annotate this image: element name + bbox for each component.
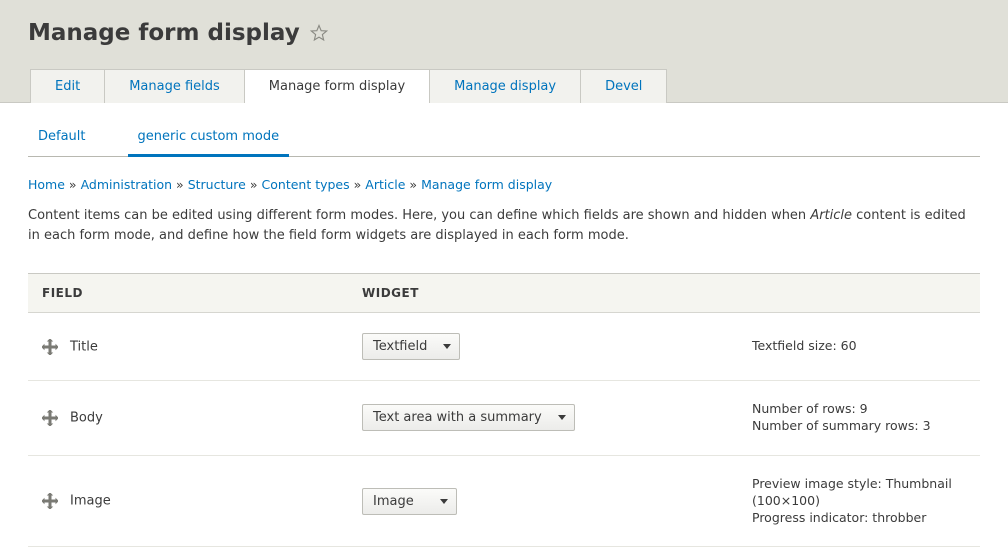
field-label: Title	[70, 339, 98, 354]
tab-edit[interactable]: Edit	[30, 69, 105, 103]
breadcrumb-separator: »	[172, 177, 188, 192]
drag-handle-icon[interactable]	[42, 493, 58, 509]
widget-select[interactable]: Image	[362, 488, 457, 515]
page-title: Manage form display	[28, 20, 980, 46]
widget-select-value: Text area with a summary	[373, 410, 542, 425]
widget-select-value: Image	[373, 494, 414, 509]
field-label: Body	[70, 410, 103, 425]
sub-tab-default[interactable]: Default	[28, 121, 96, 156]
chevron-down-icon	[558, 415, 566, 420]
tab-manage-form-display[interactable]: Manage form display	[244, 69, 430, 103]
page-title-text: Manage form display	[28, 20, 300, 46]
drag-handle-icon[interactable]	[42, 410, 58, 426]
table-row: Body Text area with a summary Number of ro…	[28, 381, 980, 456]
star-icon[interactable]	[310, 24, 328, 42]
breadcrumb-link[interactable]: Administration	[81, 177, 172, 192]
widget-select[interactable]: Textfield	[362, 333, 460, 360]
settings-summary-line: Progress indicator: throbber	[752, 510, 966, 527]
tab-manage-display[interactable]: Manage display	[429, 69, 581, 103]
field-table: FIELD WIDGET Title Textfield Textfield siz…	[28, 273, 980, 547]
column-header-settings	[738, 274, 980, 313]
breadcrumb-separator: »	[65, 177, 81, 192]
table-row: Image Image Preview image style: Thumbnail…	[28, 455, 980, 547]
secondary-tabs: Default generic custom mode	[28, 121, 980, 157]
help-text: Content items can be edited using differ…	[28, 206, 980, 245]
column-header-field: FIELD	[28, 274, 348, 313]
breadcrumb-separator: »	[350, 177, 366, 192]
breadcrumb-link[interactable]: Manage form display	[421, 177, 552, 192]
breadcrumb-link[interactable]: Content types	[262, 177, 350, 192]
settings-summary: Number of rows: 9Number of summary rows:…	[752, 401, 966, 435]
primary-tabs: EditManage fieldsManage form displayMana…	[30, 68, 980, 102]
breadcrumb-link[interactable]: Home	[28, 177, 65, 192]
chevron-down-icon	[440, 499, 448, 504]
help-text-before: Content items can be edited using differ…	[28, 208, 810, 223]
field-label: Image	[70, 494, 111, 509]
breadcrumb-link[interactable]: Structure	[188, 177, 246, 192]
breadcrumb-separator: »	[246, 177, 262, 192]
help-text-em: Article	[810, 208, 852, 223]
settings-summary: Textfield size: 60	[752, 338, 966, 355]
settings-summary-line: Number of rows: 9	[752, 401, 966, 418]
column-header-widget: WIDGET	[348, 274, 738, 313]
table-row: Title Textfield Textfield size: 60	[28, 313, 980, 381]
chevron-down-icon	[443, 344, 451, 349]
tab-manage-fields[interactable]: Manage fields	[104, 69, 245, 103]
tab-devel[interactable]: Devel	[580, 69, 667, 103]
sub-tab-generic-custom-mode[interactable]: generic custom mode	[128, 121, 290, 157]
settings-summary: Preview image style: Thumbnail (100×100)…	[752, 476, 966, 527]
breadcrumb: Home»Administration»Structure»Content ty…	[28, 177, 980, 192]
settings-summary-line: Number of summary rows: 3	[752, 418, 966, 435]
drag-handle-icon[interactable]	[42, 339, 58, 355]
settings-summary-line: Preview image style: Thumbnail (100×100)	[752, 476, 966, 510]
widget-select-value: Textfield	[373, 339, 427, 354]
widget-select[interactable]: Text area with a summary	[362, 404, 575, 431]
breadcrumb-separator: »	[405, 177, 421, 192]
settings-summary-line: Textfield size: 60	[752, 338, 966, 355]
breadcrumb-link[interactable]: Article	[365, 177, 405, 192]
